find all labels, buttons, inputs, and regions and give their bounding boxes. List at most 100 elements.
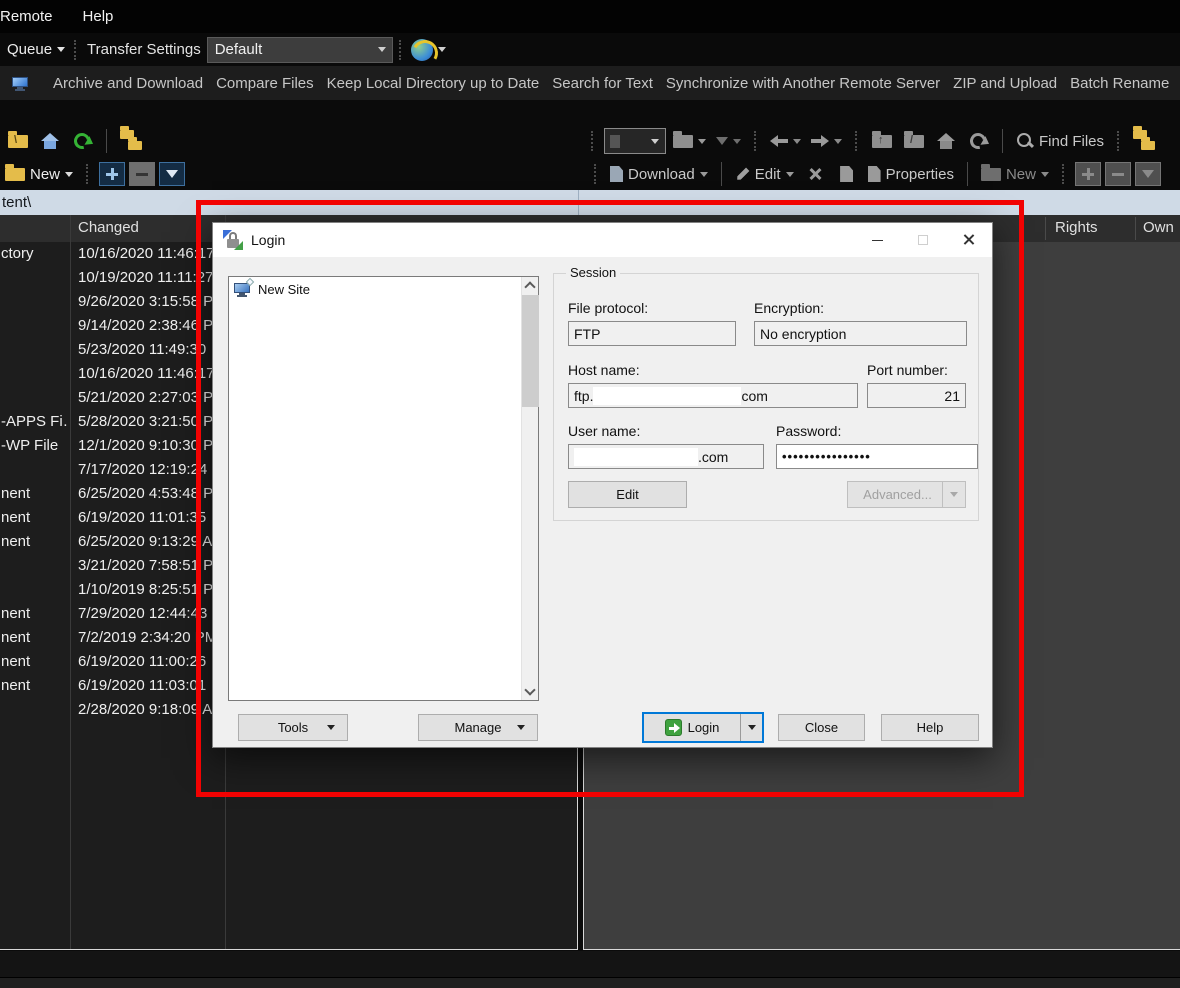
column-header-changed[interactable]: Changed — [78, 219, 139, 236]
command-bar-item[interactable]: Search for Text — [552, 75, 653, 92]
column-header-rights[interactable]: Rights — [1055, 219, 1098, 236]
filter-icon — [166, 170, 178, 178]
toolbar-grip[interactable] — [1117, 131, 1120, 151]
select-files-button-remote[interactable] — [1075, 162, 1101, 186]
separator — [721, 162, 722, 186]
select-files-button[interactable] — [99, 162, 125, 186]
refresh-button[interactable] — [68, 127, 96, 155]
separator — [106, 129, 107, 153]
filter-button-remote[interactable] — [713, 127, 744, 155]
file-changed-cell: 5/23/2020 11:49:30 — [78, 341, 206, 358]
properties-icon — [868, 166, 881, 182]
filter-button-remote2[interactable] — [1135, 162, 1161, 186]
parent-folder-icon: ↑ — [872, 135, 892, 148]
column-divider-line[interactable] — [70, 215, 71, 949]
home-directory-button-remote[interactable] — [932, 127, 960, 155]
home-icon — [41, 133, 59, 149]
directory-tree-button[interactable] — [117, 127, 147, 155]
directory-tree-button-remote[interactable] — [1130, 127, 1160, 155]
filter-button[interactable] — [159, 162, 185, 186]
file-name-cell: nent — [1, 677, 68, 694]
menu-item-help[interactable]: Help — [83, 8, 114, 25]
delete-button[interactable] — [801, 160, 829, 188]
file-changed-cell: 6/19/2020 11:03:01 — [78, 677, 206, 694]
local-toolbar-row2: New — [2, 159, 185, 189]
toolbar-grip[interactable] — [594, 164, 597, 184]
chevron-down-icon — [700, 172, 708, 177]
toolbar-grip[interactable] — [399, 40, 402, 60]
filter-icon — [1142, 170, 1154, 178]
separator — [967, 162, 968, 186]
folder-icon — [673, 135, 693, 148]
download-button[interactable]: Download — [607, 160, 711, 188]
toolbar-grip[interactable] — [754, 131, 757, 151]
unselect-files-button-remote[interactable] — [1105, 162, 1131, 186]
rename-icon — [840, 166, 853, 182]
plus-icon — [1082, 168, 1094, 180]
drive-combobox[interactable] — [604, 128, 666, 154]
toolbar-grip[interactable] — [1062, 164, 1065, 184]
back-button[interactable] — [767, 127, 804, 155]
file-name-cell: -APPS Fi… — [1, 413, 68, 430]
file-name-cell: nent — [1, 605, 68, 622]
winscp-window: Remote Help Queue Transfer Settings Defa… — [0, 0, 1180, 988]
file-changed-cell: 7/17/2020 12:19:24 — [78, 461, 207, 478]
session-button[interactable] — [6, 69, 34, 97]
menu-item-remote[interactable]: Remote — [0, 8, 53, 25]
minus-icon — [1112, 173, 1124, 176]
rename-button[interactable] — [833, 160, 861, 188]
command-bar-item[interactable]: Batch Rename — [1070, 75, 1169, 92]
command-bar-item[interactable]: Keep Local Directory up to Date — [327, 75, 540, 92]
properties-button[interactable]: Properties — [865, 160, 957, 188]
file-changed-cell: 6/19/2020 11:00:26 — [78, 653, 206, 670]
chevron-down-icon — [57, 47, 65, 52]
local-toolbar-row1: \ — [4, 126, 147, 156]
minus-icon — [136, 173, 148, 176]
new-folder-icon — [5, 168, 25, 181]
toolbar-grip[interactable] — [591, 131, 594, 151]
plus-icon — [106, 168, 118, 180]
find-files-button[interactable]: Find Files — [1013, 127, 1107, 155]
chevron-down-icon — [834, 139, 842, 144]
chevron-down-icon — [372, 47, 392, 52]
file-name-cell: nent — [1, 653, 68, 670]
parent-directory-button[interactable]: ↑ — [868, 127, 896, 155]
synchronize-button[interactable] — [408, 36, 449, 64]
edit-button-toolbar[interactable]: Edit — [732, 160, 797, 188]
file-name-cell: nent — [1, 509, 68, 526]
new-button-local[interactable]: New — [2, 160, 76, 188]
command-bar: Archive and Download Compare Files Keep Lo… — [0, 66, 1180, 100]
transfer-settings-combobox[interactable]: Default — [207, 37, 393, 63]
forward-button[interactable] — [808, 127, 845, 155]
chevron-down-icon — [786, 172, 794, 177]
chevron-down-icon — [793, 139, 801, 144]
file-name-cell: ctory — [1, 245, 68, 262]
toolbar-grip[interactable] — [74, 40, 77, 60]
file-changed-cell: 10/16/2020 11:46:17 — [78, 365, 215, 382]
drive-icon — [610, 135, 620, 148]
command-bar-item[interactable]: ZIP and Upload — [953, 75, 1057, 92]
toolbar-grip[interactable] — [855, 131, 858, 151]
command-bar-item[interactable]: Synchronize with Another Remote Server — [666, 75, 940, 92]
chevron-down-icon — [698, 139, 706, 144]
new-button-remote[interactable]: New — [978, 160, 1052, 188]
command-bar-item[interactable]: Archive and Download — [53, 75, 203, 92]
root-directory-button[interactable]: / — [900, 127, 928, 155]
home-directory-button[interactable] — [36, 127, 64, 155]
command-bar-item[interactable]: Compare Files — [216, 75, 314, 92]
toolbar-grip[interactable] — [86, 164, 89, 184]
home-icon — [937, 133, 955, 149]
queue-button[interactable]: Queue — [4, 36, 68, 64]
column-header-owner[interactable]: Own — [1143, 219, 1174, 236]
chevron-down-icon — [733, 139, 741, 144]
open-directory-button[interactable]: \ — [4, 127, 32, 155]
folder-tree-icon — [1133, 130, 1157, 152]
refresh-button-remote[interactable] — [964, 127, 992, 155]
forward-arrow-icon — [811, 135, 829, 147]
annotation-rectangle — [196, 200, 1024, 797]
search-icon — [1016, 132, 1034, 150]
open-directory-button-remote[interactable] — [670, 127, 709, 155]
top-toolbar: Queue Transfer Settings Default — [0, 33, 1180, 66]
unselect-files-button[interactable] — [129, 162, 155, 186]
transfer-settings-label: Transfer Settings — [87, 41, 201, 58]
